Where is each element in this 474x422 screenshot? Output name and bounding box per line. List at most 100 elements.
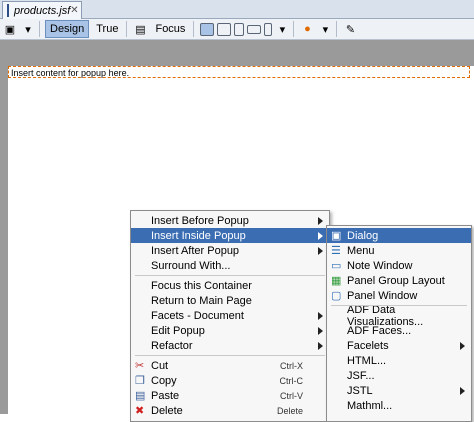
menu-item-label: Insert Inside Popup	[151, 229, 246, 242]
panel-window-icon: ▢	[331, 289, 342, 302]
menu-item-label: Dialog	[347, 229, 379, 242]
menu-item-label: Copy	[151, 374, 177, 387]
submenu-arrow-icon	[318, 341, 323, 350]
submenu-item-adf-faces[interactable]: ADF Faces...	[327, 323, 471, 338]
submenu-arrow-icon	[318, 231, 323, 240]
shortcut-label: Ctrl-X	[280, 360, 303, 371]
copy-icon: ❐	[135, 374, 145, 387]
tab-products-jsf[interactable]: products.jsf ✕	[2, 1, 82, 19]
paste-icon: ▤	[135, 389, 146, 402]
menu-item-insert-after-popup[interactable]: Insert After Popup	[131, 243, 329, 258]
tab-label: products.jsf	[14, 4, 71, 17]
shortcut-label: Ctrl-C	[279, 375, 304, 386]
focus-button[interactable]: Focus	[150, 20, 190, 38]
menu-item-cut[interactable]: ✂ Cut Ctrl-X	[131, 358, 329, 373]
toolbar-separator	[39, 21, 40, 37]
shortcut-label: Delete	[276, 405, 303, 416]
chevron-down-icon[interactable]: ▾	[317, 21, 333, 37]
menu-item-label: Return to Main Page	[151, 294, 252, 307]
context-menu: Insert Before Popup Insert Inside Popup In…	[130, 210, 330, 422]
menu-item-label: Insert Before Popup	[151, 214, 249, 227]
menu-separator	[331, 305, 467, 306]
menu-item-label: Facets - Document	[151, 309, 244, 322]
submenu-arrow-icon	[318, 246, 323, 255]
wrench-icon[interactable]: ✎	[342, 21, 358, 37]
firefox-icon[interactable]: ●	[299, 21, 315, 37]
chevron-down-icon[interactable]: ▾	[274, 21, 290, 37]
menu-item-label: Surround With...	[151, 259, 231, 272]
menu-item-label: Facelets	[347, 339, 389, 352]
desktop-preview-icon[interactable]	[200, 22, 215, 36]
scissors-icon: ✂	[135, 359, 145, 372]
menu-item-copy[interactable]: ❐ Copy Ctrl-C	[131, 373, 329, 388]
menu-separator	[135, 275, 325, 276]
submenu-item-jsf[interactable]: JSF...	[327, 368, 471, 383]
menu-item-label: Paste	[151, 389, 180, 402]
menu-item-refactor[interactable]: Refactor	[131, 338, 329, 353]
submenu-arrow-icon	[318, 326, 323, 335]
focus-icon[interactable]: ▤	[132, 21, 148, 37]
submenu-item-mathml[interactable]: Mathml...	[327, 398, 471, 413]
submenu-arrow-icon	[460, 341, 465, 350]
menu-item-label: Insert After Popup	[151, 244, 240, 257]
menu-item-label: Cut	[151, 359, 169, 372]
submenu-arrow-icon	[318, 216, 323, 225]
menu-item-label: JSF...	[347, 369, 375, 382]
menu-item-label: Menu	[347, 244, 375, 257]
submenu-arrow-icon	[460, 386, 465, 395]
toolbar-separator	[193, 21, 195, 37]
menu-item-label: Focus this Container	[151, 279, 252, 292]
menu-item-label: Delete	[151, 404, 183, 417]
menu-icon: ☰	[331, 244, 341, 257]
note-window-icon: ▭	[331, 259, 342, 272]
insert-submenu: ▣ Dialog ☰ Menu ▭ Note Window ▦ Panel Group Lay…	[326, 225, 472, 422]
submenu-item-adf-data-visualizations[interactable]: ADF Data Visualizations...	[327, 304, 471, 328]
toolbar-separator	[126, 21, 128, 37]
menu-item-label: Panel Group Layout	[347, 274, 445, 287]
panel-group-icon: ▦	[331, 274, 342, 287]
submenu-arrow-icon	[318, 311, 323, 320]
menu-item-label: JSTL	[347, 384, 373, 397]
menu-item-label: ADF Faces...	[347, 324, 412, 337]
menu-item-label: Note Window	[347, 259, 413, 272]
shortcut-label: Ctrl-V	[280, 390, 303, 401]
design-button[interactable]: Design	[45, 20, 90, 38]
menu-item-label: Mathml...	[347, 399, 393, 412]
submenu-item-html[interactable]: HTML...	[327, 353, 471, 368]
tablet-landscape-icon[interactable]	[217, 22, 232, 36]
submenu-item-jstl[interactable]: JSTL	[327, 383, 471, 398]
phone-landscape-icon[interactable]	[247, 24, 262, 34]
toolbar-separator	[336, 21, 338, 37]
menu-separator	[135, 355, 325, 356]
menu-item-delete[interactable]: ✖ Delete Delete	[131, 403, 329, 418]
close-icon[interactable]: ✕	[70, 5, 78, 16]
submenu-item-facelets[interactable]: Facelets	[327, 338, 471, 353]
menu-item-label: HTML...	[347, 354, 387, 367]
phone-portrait-icon[interactable]	[264, 22, 273, 36]
dropdown-icon[interactable]: ▾	[20, 21, 36, 37]
submenu-item-note-window[interactable]: ▭ Note Window	[327, 258, 471, 273]
editor-toolbar: ▣ ▾ Design True ▤ Focus ▾ ● ▾ ✎	[0, 19, 474, 40]
menu-item-surround-with[interactable]: Surround With...	[131, 258, 329, 273]
menu-item-return-to-main-page[interactable]: Return to Main Page	[131, 293, 329, 308]
true-button[interactable]: True	[91, 20, 123, 38]
popup-hint-text: Insert content for popup here.	[11, 68, 130, 78]
page-icon[interactable]: ▣	[2, 21, 18, 37]
menu-item-label: Edit Popup	[151, 324, 205, 337]
menu-item-focus-this-container[interactable]: Focus this Container	[131, 278, 329, 293]
submenu-item-menu[interactable]: ☰ Menu	[327, 243, 471, 258]
tablet-portrait-icon[interactable]	[234, 22, 245, 36]
submenu-item-panel-window[interactable]: ▢ Panel Window	[327, 288, 471, 303]
menu-item-insert-before-popup[interactable]: Insert Before Popup	[131, 213, 329, 228]
menu-item-paste[interactable]: ▤ Paste Ctrl-V	[131, 388, 329, 403]
dialog-icon: ▣	[331, 229, 342, 242]
menu-item-facets-document[interactable]: Facets - Document	[131, 308, 329, 323]
menu-item-label: Refactor	[151, 339, 193, 352]
menu-item-label: Panel Window	[347, 289, 418, 302]
popup-drop-zone[interactable]: Insert content for popup here.	[8, 66, 470, 78]
file-icon	[7, 4, 9, 17]
menu-item-edit-popup[interactable]: Edit Popup	[131, 323, 329, 338]
submenu-item-dialog[interactable]: ▣ Dialog	[327, 228, 471, 243]
submenu-item-panel-group-layout[interactable]: ▦ Panel Group Layout	[327, 273, 471, 288]
menu-item-insert-inside-popup[interactable]: Insert Inside Popup	[131, 228, 329, 243]
